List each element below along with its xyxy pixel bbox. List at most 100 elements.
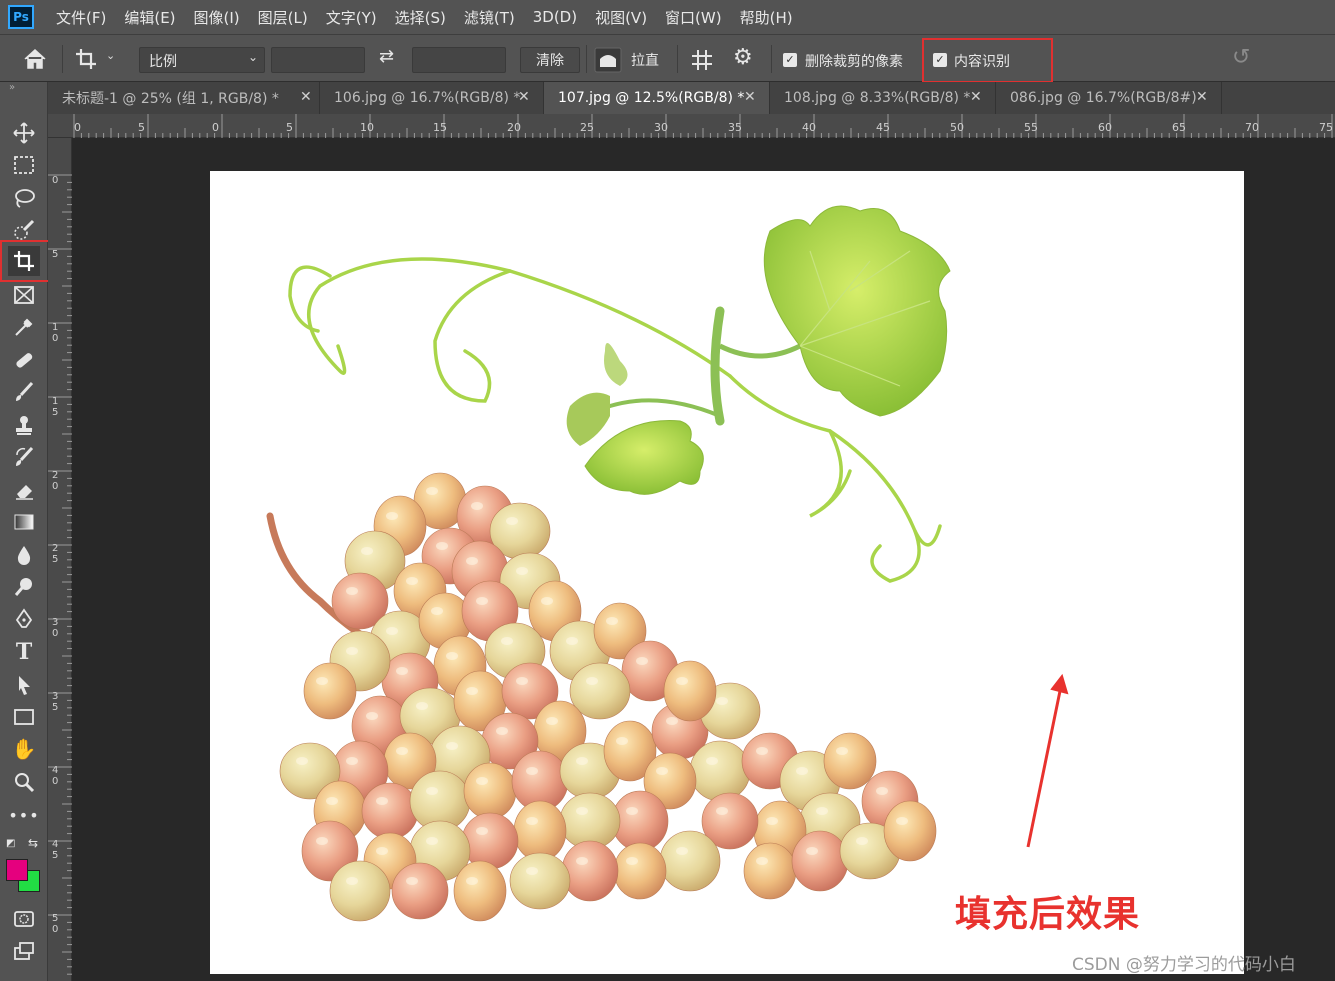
tab-086[interactable]: 086.jpg @ 16.7%(RGB/8#) ✕ — [996, 82, 1222, 114]
grape-highlight — [516, 567, 528, 575]
grape-highlight — [576, 807, 588, 815]
foreground-color-swatch[interactable] — [6, 859, 28, 881]
grape-highlight — [361, 547, 373, 555]
width-field[interactable] — [271, 47, 365, 73]
menu-filter[interactable]: 滤镜(T) — [464, 7, 515, 28]
menu-view[interactable]: 视图(V) — [595, 7, 647, 28]
menu-type[interactable]: 文字(Y) — [326, 7, 377, 28]
menu-help[interactable]: 帮助(H) — [740, 7, 793, 28]
close-icon[interactable]: ✕ — [300, 89, 312, 105]
grape-highlight — [586, 677, 598, 685]
menu-select[interactable]: 选择(S) — [395, 7, 446, 28]
grape-highlight — [506, 517, 518, 525]
path-select-tool-icon[interactable] — [8, 670, 40, 700]
eraser-tool-icon[interactable] — [8, 475, 40, 505]
reset-icon[interactable]: ↺ — [1232, 45, 1250, 70]
grape-highlight — [676, 847, 688, 855]
grape-berry — [391, 862, 449, 920]
crop-preset-chevron-icon[interactable]: ⌄ — [106, 49, 115, 62]
ruler-number: 15 — [433, 121, 447, 134]
straighten-icon[interactable] — [594, 47, 622, 73]
menu-file[interactable]: 文件(F) — [56, 7, 106, 28]
grape-highlight — [576, 857, 588, 865]
tab-107[interactable]: 107.jpg @ 12.5%(RGB/8) * ✕ — [544, 82, 770, 114]
grape-highlight — [836, 747, 848, 755]
ruler-number: 75 — [1319, 121, 1333, 134]
quick-mask-icon[interactable] — [8, 904, 40, 934]
ruler-number: 3 0 — [52, 617, 59, 639]
marquee-tool-icon[interactable] — [8, 150, 40, 180]
frame-tool-icon[interactable] — [8, 280, 40, 310]
delete-cropped-label[interactable]: 删除裁剪的像素 — [805, 51, 903, 71]
grape-highlight — [516, 677, 528, 685]
grape-highlight — [766, 817, 778, 825]
grape-berry — [303, 662, 357, 720]
menu-3d[interactable]: 3D(D) — [533, 8, 577, 26]
height-field[interactable] — [412, 47, 506, 73]
tab-108[interactable]: 108.jpg @ 8.33%(RGB/8) * ✕ — [770, 82, 996, 114]
tab-untitled-1[interactable]: 未标题-1 @ 25% (组 1, RGB/8) * ✕ — [48, 82, 320, 114]
content-aware-checkbox[interactable]: ✓ — [933, 53, 947, 67]
content-aware-label[interactable]: 内容识别 — [954, 51, 1010, 71]
grape-highlight — [396, 747, 408, 755]
grape-berry — [361, 782, 419, 840]
grape-highlight — [376, 797, 388, 805]
move-tool-icon[interactable] — [8, 118, 40, 148]
ratio-select[interactable]: 比例 ⌄ — [139, 47, 265, 73]
gradient-tool-icon[interactable] — [8, 507, 40, 537]
options-bar: ⌄ 比例 ⌄ ⇄ 清除 拉直 ⚙ ✓ 删除裁剪的像素 ✓ 内容识别 ↺ — [0, 34, 1335, 83]
menu-window[interactable]: 窗口(W) — [665, 7, 722, 28]
horizontal-ruler[interactable]: 0 5 0 5 10 15 20 25 30 35 40 45 50 55 60… — [48, 114, 1335, 138]
close-icon[interactable]: ✕ — [970, 89, 982, 105]
vertical-ruler[interactable]: 0 5 1 0 1 5 2 0 2 5 3 0 3 5 4 0 4 5 5 0 — [48, 138, 72, 981]
delete-cropped-checkbox[interactable]: ✓ — [783, 53, 797, 67]
crop-preset-icon[interactable] — [74, 47, 100, 71]
zoom-tool-icon[interactable] — [8, 767, 40, 797]
lasso-tool-icon[interactable] — [8, 183, 40, 213]
tab-106[interactable]: 106.jpg @ 16.7%(RGB/8) * ✕ — [320, 82, 544, 114]
grape-berry — [659, 830, 721, 892]
brush-tool-icon[interactable] — [8, 377, 40, 407]
more-tools-icon[interactable]: ••• — [8, 800, 40, 830]
menu-edit[interactable]: 编辑(E) — [124, 7, 175, 28]
hand-tool-icon[interactable]: ✋ — [8, 734, 40, 764]
gear-icon[interactable]: ⚙ — [733, 45, 753, 70]
ruler-number: 4 5 — [52, 839, 59, 861]
menu-image[interactable]: 图像(I) — [194, 7, 240, 28]
ratio-select-value: 比例 — [149, 54, 177, 70]
close-icon[interactable]: ✕ — [1196, 89, 1208, 105]
rectangle-tool-icon[interactable] — [8, 702, 40, 732]
screen-mode-icon[interactable] — [8, 936, 40, 966]
menu-layer[interactable]: 图层(L) — [258, 7, 308, 28]
document-canvas[interactable]: 填充后效果 — [210, 171, 1244, 974]
clear-button[interactable]: 清除 — [520, 47, 580, 73]
ruler-number: 0 — [52, 175, 59, 186]
blur-tool-icon[interactable] — [8, 540, 40, 570]
collapse-panel-icon[interactable]: » — [9, 82, 15, 93]
swap-icon[interactable]: ⇄ — [379, 46, 394, 67]
crop-tool-icon[interactable] — [8, 246, 40, 276]
straighten-label[interactable]: 拉直 — [631, 50, 659, 70]
grape-highlight — [716, 807, 728, 815]
history-brush-tool-icon[interactable] — [8, 442, 40, 472]
grape-berry — [561, 840, 619, 902]
grape-berry — [559, 792, 621, 850]
close-icon[interactable]: ✕ — [744, 89, 756, 105]
default-colors-icon[interactable]: ◩ — [6, 838, 15, 849]
dodge-tool-icon[interactable] — [8, 572, 40, 602]
healing-brush-tool-icon[interactable] — [8, 345, 40, 375]
close-icon[interactable]: ✕ — [518, 89, 530, 105]
grid-overlay-icon[interactable] — [690, 48, 714, 72]
ruler-number: 35 — [728, 121, 742, 134]
clone-stamp-tool-icon[interactable] — [8, 410, 40, 440]
grape-highlight — [476, 827, 488, 835]
ruler-number: 5 — [138, 121, 145, 134]
type-tool-icon[interactable]: T — [8, 637, 40, 667]
annotation-caption: 填充后效果 — [955, 894, 1141, 935]
home-icon[interactable] — [22, 48, 48, 70]
grape-highlight — [326, 797, 338, 805]
eyedropper-tool-icon[interactable] — [8, 312, 40, 342]
pen-tool-icon[interactable] — [8, 604, 40, 634]
swap-colors-icon[interactable]: ⇆ — [28, 836, 38, 850]
grape-highlight — [466, 877, 478, 885]
